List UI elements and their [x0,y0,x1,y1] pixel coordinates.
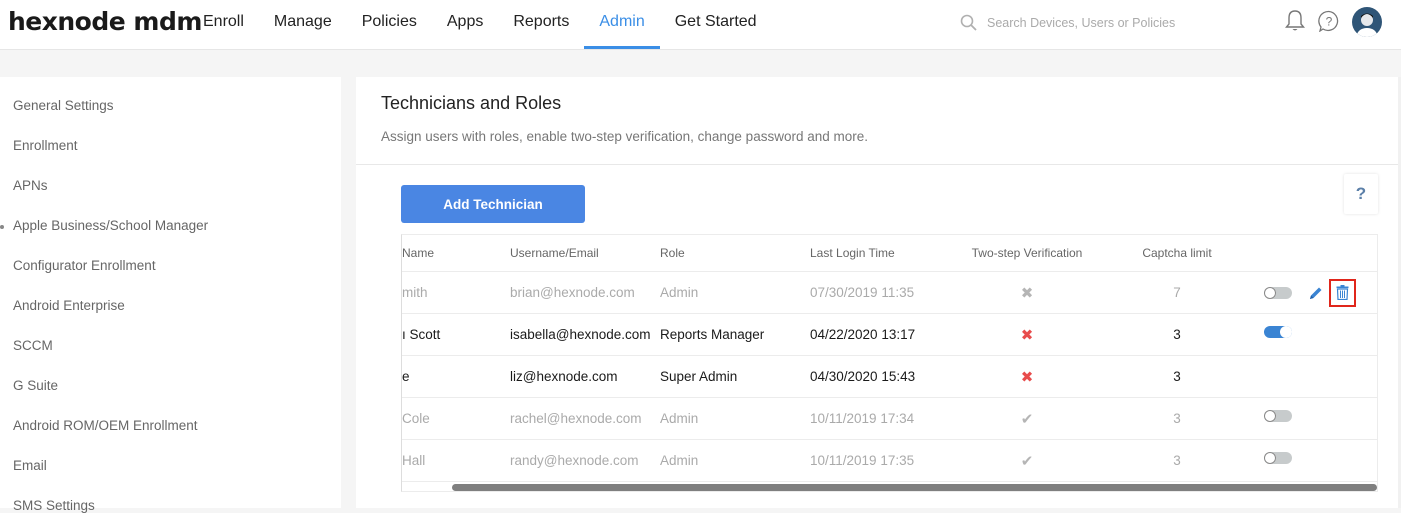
sidebar-item-configurator-enrollment[interactable]: Configurator Enrollment [13,258,156,273]
technician-email: liz@hexnode.com [510,369,618,384]
status-toggle[interactable] [1264,326,1292,338]
technician-last-login: 10/11/2019 17:34 [810,411,915,426]
main-nav: Enroll Manage Policies Apps Reports Admi… [188,0,772,50]
sidebar-marker-icon [0,225,4,229]
bell-icon[interactable] [1284,9,1306,33]
technician-role: Admin [660,453,699,468]
nav-apps[interactable]: Apps [432,0,498,50]
sidebar-item-general-settings[interactable]: General Settings [13,98,114,113]
column-header-role[interactable]: Role [660,235,685,271]
panel-header: Technicians and Roles Assign users with … [356,77,1398,165]
sidebar-item-android-enterprise[interactable]: Android Enterprise [13,298,125,313]
technicians-table: Name Username/Email Role Last Login Time… [401,234,1378,492]
technician-role: Admin [660,411,699,426]
search-icon [960,14,977,31]
status-toggle[interactable] [1264,286,1292,299]
technician-name: mith [402,285,428,300]
hexnode-logo[interactable]: hexnode mdm [8,7,202,36]
technician-email: brian@hexnode.com [510,285,635,300]
nav-manage[interactable]: Manage [259,0,347,50]
avatar[interactable] [1352,7,1382,37]
horizontal-scrollbar[interactable] [452,484,1377,491]
technician-last-login: 10/11/2019 17:35 [810,453,915,468]
technician-captcha-limit: 3 [1173,411,1181,426]
table-row[interactable]: Cole rachel@hexnode.com Admin 10/11/2019… [402,398,1377,440]
technicians-panel: Technicians and Roles Assign users with … [356,77,1398,508]
status-toggle[interactable] [1264,452,1292,464]
column-header-captcha[interactable]: Captcha limit [1132,235,1222,271]
page-subtitle: Assign users with roles, enable two-step… [381,129,868,144]
technician-email: rachel@hexnode.com [510,411,642,426]
technician-captcha-limit: 3 [1173,369,1181,384]
table-row[interactable]: Hall randy@hexnode.com Admin 10/11/2019 … [402,440,1377,482]
x-mark-icon: ✖ [1020,368,1034,386]
sidebar-item-email[interactable]: Email [13,458,47,473]
table-row[interactable]: mith brian@hexnode.com Admin 07/30/2019 … [402,272,1377,314]
technician-name: Hall [402,453,426,468]
technician-last-login: 07/30/2019 11:35 [810,285,915,300]
svg-text:?: ? [1326,15,1333,29]
column-header-name[interactable]: Name [402,235,434,271]
page-title: Technicians and Roles [381,93,562,113]
column-header-two-step[interactable]: Two-step Verification [962,235,1092,271]
check-mark-icon: ✔ [1020,410,1034,428]
admin-sidebar: General Settings Enrollment APNs Apple B… [0,77,341,513]
sidebar-item-apple-business-school-manager[interactable]: Apple Business/School Manager [13,218,208,233]
nav-get-started[interactable]: Get Started [660,0,772,50]
technician-email: isabella@hexnode.com [510,327,651,342]
sidebar-item-android-rom-oem-enrollment[interactable]: Android ROM/OEM Enrollment [13,418,198,433]
top-navigation-bar: hexnode mdm Enroll Manage Policies Apps … [0,0,1401,50]
technician-last-login: 04/30/2020 15:43 [810,369,916,384]
technician-last-login: 04/22/2020 13:17 [810,327,916,342]
user-avatar-icon [1356,13,1378,37]
technician-name: Cole [402,411,430,426]
technician-role: Admin [660,285,699,300]
table-row[interactable]: e liz@hexnode.com Super Admin 04/30/2020… [402,356,1377,398]
technician-role: Reports Manager [660,327,765,342]
sidebar-item-apns[interactable]: APNs [13,178,48,193]
sidebar-item-enrollment[interactable]: Enrollment [13,138,78,153]
sidebar-item-g-suite[interactable]: G Suite [13,378,58,393]
nav-reports[interactable]: Reports [498,0,584,50]
technician-captcha-limit: 3 [1173,327,1181,342]
technician-name: e [402,369,410,384]
technician-role: Super Admin [660,369,738,384]
table-row[interactable]: ı Scott isabella@hexnode.com Reports Man… [402,314,1377,356]
nav-enroll[interactable]: Enroll [188,0,259,50]
technician-name: ı Scott [402,327,441,342]
search-input[interactable] [987,16,1227,30]
technician-email: randy@hexnode.com [510,453,639,468]
trash-icon [1336,285,1349,300]
column-header-email[interactable]: Username/Email [510,235,599,271]
technician-captcha-limit: 7 [1173,285,1181,300]
global-search [960,12,1240,34]
column-header-last-login[interactable]: Last Login Time [810,235,895,271]
help-circle-icon[interactable]: ? [1318,10,1340,32]
status-toggle[interactable] [1264,410,1292,422]
x-mark-icon: ✖ [1020,284,1034,302]
technician-captcha-limit: 3 [1173,453,1181,468]
sidebar-item-sms-settings[interactable]: SMS Settings [13,498,95,513]
x-mark-icon: ✖ [1020,326,1034,344]
add-technician-button[interactable]: Add Technician [401,185,585,223]
check-mark-icon: ✔ [1020,452,1034,470]
edit-pencil-icon[interactable] [1308,285,1324,301]
sidebar-item-sccm[interactable]: SCCM [13,338,53,353]
nav-policies[interactable]: Policies [347,0,432,50]
delete-button[interactable] [1329,278,1356,307]
help-button[interactable]: ? [1344,174,1378,214]
table-header-row: Name Username/Email Role Last Login Time… [402,235,1377,272]
nav-admin[interactable]: Admin [584,0,661,50]
